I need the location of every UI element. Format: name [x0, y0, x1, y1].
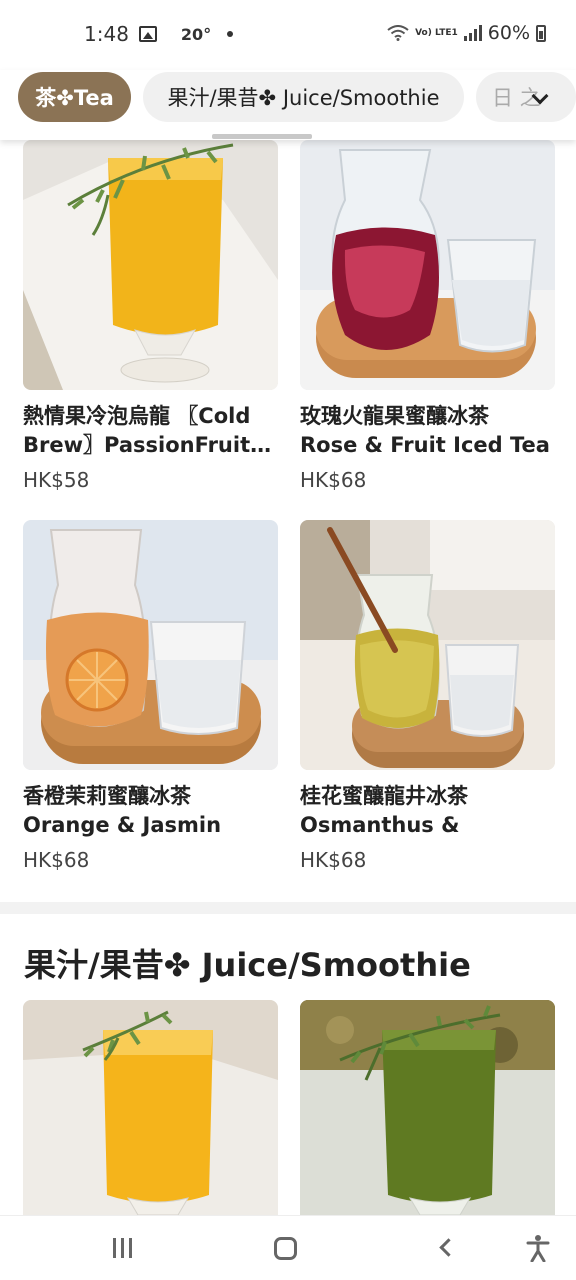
status-right: Vo) LTE1 60% [387, 22, 546, 44]
product-card[interactable] [23, 1000, 278, 1215]
category-chip-juice[interactable]: 果汁/果昔✤ Juice/Smoothie [143, 72, 464, 122]
product-card[interactable]: 玫瑰火龍果蜜釀冰茶 Rose & Fruit Iced Tea HK$68 [300, 140, 555, 492]
product-image[interactable] [300, 140, 555, 390]
menu-content[interactable]: 熱情果冷泡烏龍 〖Cold Brew〗PassionFruit… HK$58 玫… [0, 140, 576, 1215]
section-title: 果汁/果昔✤ Juice/Smoothie [24, 946, 471, 984]
product-card[interactable]: 香橙茉莉蜜釀冰茶 Orange & Jasmin Ice… HK$68 [23, 520, 278, 872]
product-title: 香橙茉莉蜜釀冰茶 Orange & Jasmin Ice… [23, 784, 222, 837]
product-image[interactable] [23, 520, 278, 770]
product-title: 桂花蜜釀龍井冰茶 Osmanthus & Longji… [300, 784, 468, 837]
scroll-indicator [212, 134, 312, 139]
category-chip-more[interactable]: 日 之 [476, 72, 576, 122]
category-chip-tea[interactable]: 茶✤Tea [18, 72, 131, 122]
product-image[interactable] [23, 140, 278, 390]
system-nav-bar [0, 1215, 576, 1280]
product-title: 玫瑰火龍果蜜釀冰茶 Rose & Fruit Iced Tea [300, 404, 550, 457]
status-temperature: 20° [180, 24, 212, 44]
product-card[interactable] [300, 1000, 555, 1215]
status-bar: 1:48 20° Vo) LTE1 60% [0, 0, 576, 70]
notification-dot-icon [227, 31, 234, 37]
product-price: HK$68 [23, 848, 90, 872]
status-left: 1:48 20° [84, 22, 234, 46]
product-price: HK$68 [300, 468, 367, 492]
battery-percentage: 60% [487, 22, 530, 44]
lte-indicator: Vo) LTE1 [415, 27, 458, 38]
battery-icon [536, 24, 546, 42]
wifi-icon [387, 25, 409, 41]
category-bar: 茶✤Tea 果汁/果昔✤ Juice/Smoothie 日 之 [0, 70, 576, 140]
product-card[interactable]: 熱情果冷泡烏龍 〖Cold Brew〗PassionFruit… HK$58 [23, 140, 278, 492]
signal-icon [463, 25, 482, 41]
product-card[interactable]: 桂花蜜釀龍井冰茶 Osmanthus & Longji… HK$68 [300, 520, 555, 872]
product-image[interactable] [300, 520, 555, 770]
accessibility-icon[interactable] [526, 1234, 550, 1262]
status-time: 1:48 [84, 22, 129, 46]
product-title: 熱情果冷泡烏龍 〖Cold Brew〗PassionFruit… [23, 404, 272, 457]
gallery-icon [138, 26, 157, 42]
section-divider [0, 902, 576, 914]
product-price: HK$68 [300, 848, 367, 872]
product-image[interactable] [300, 1000, 555, 1215]
product-image[interactable] [23, 1000, 278, 1215]
recent-apps-icon[interactable] [113, 1238, 132, 1258]
back-icon[interactable] [439, 1238, 458, 1257]
product-price: HK$58 [23, 468, 90, 492]
home-icon[interactable] [274, 1237, 297, 1260]
